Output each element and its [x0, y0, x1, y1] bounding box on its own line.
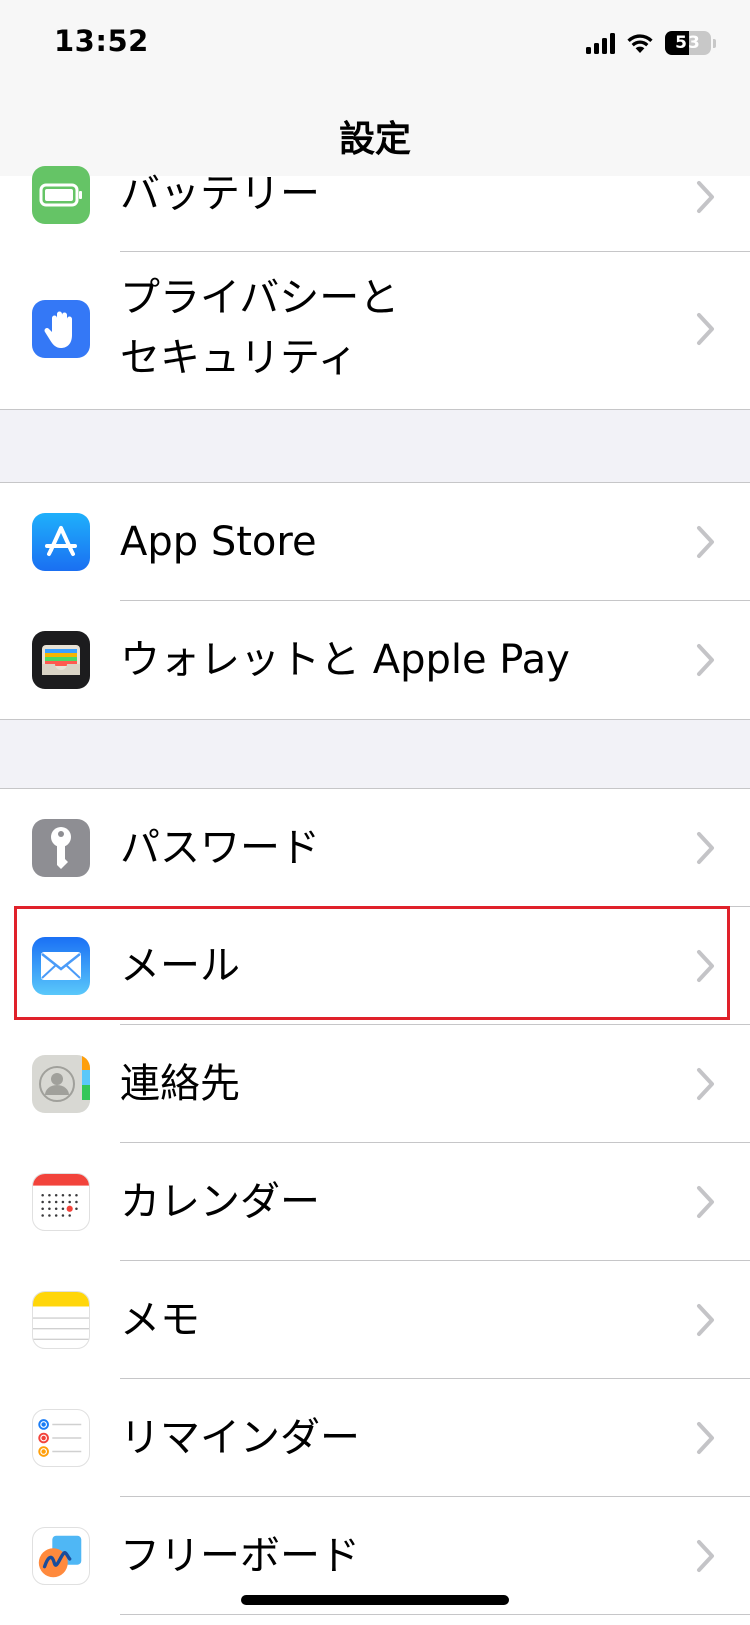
settings-item-label: バッテリー	[120, 171, 320, 217]
settings-group-3: パスワード メール 連絡先 カレンダー メモ リマインダー フリーボード	[0, 788, 750, 1625]
settings-item-reminders[interactable]: リマインダー	[0, 1379, 750, 1497]
settings-item-label: フリーボード	[120, 1533, 360, 1579]
chevron-right-icon	[697, 1186, 714, 1218]
chevron-right-icon	[697, 526, 714, 558]
settings-item-battery[interactable]: バッテリー	[0, 166, 750, 252]
settings-item-privacy-security[interactable]: プライバシーと セキュリティ	[0, 252, 750, 408]
chevron-right-icon	[697, 950, 714, 982]
chevron-right-icon	[697, 832, 714, 864]
status-bar: 13:52 53	[0, 0, 750, 96]
cellular-signal-icon	[586, 32, 615, 54]
navigation-bar: 設定	[0, 96, 750, 177]
wifi-icon	[625, 32, 655, 54]
chevron-right-icon	[697, 644, 714, 676]
calendar-icon	[32, 1173, 90, 1231]
page-title: 設定	[338, 119, 411, 160]
settings-item-label: App Store	[120, 519, 317, 565]
settings-item-label: メモ	[120, 1297, 200, 1343]
settings-item-label: メール	[120, 943, 240, 989]
contacts-icon	[32, 1055, 90, 1113]
battery-tip	[713, 38, 716, 48]
settings-group-2: App Store ウォレットと Apple Pay	[0, 482, 750, 720]
home-indicator[interactable]	[241, 1595, 509, 1605]
freeform-icon	[32, 1527, 90, 1585]
mail-icon	[32, 937, 90, 995]
settings-item-label: リマインダー	[120, 1415, 360, 1461]
battery-status-icon: 53	[665, 31, 711, 55]
settings-item-contacts[interactable]: 連絡先	[0, 1025, 750, 1143]
battery-level: 53	[675, 33, 701, 53]
settings-item-calendar[interactable]: カレンダー	[0, 1143, 750, 1261]
chevron-right-icon	[697, 1422, 714, 1454]
status-icons: 53	[586, 30, 716, 56]
settings-item-passwords[interactable]: パスワード	[0, 789, 750, 907]
chevron-right-icon	[697, 1068, 714, 1100]
status-time: 13:52	[54, 24, 149, 58]
settings-item-notes[interactable]: メモ	[0, 1261, 750, 1379]
settings-item-label: パスワード	[120, 825, 320, 871]
key-icon	[32, 819, 90, 877]
chevron-right-icon	[697, 313, 714, 345]
settings-group-1: バッテリー プライバシーと セキュリティ	[0, 166, 750, 410]
notes-icon	[32, 1291, 90, 1349]
reminders-icon	[32, 1409, 90, 1467]
settings-item-label: プライバシーと セキュリティ	[120, 275, 400, 381]
settings-item-label: 連絡先	[120, 1061, 240, 1107]
chevron-right-icon	[697, 1540, 714, 1572]
battery-icon	[32, 166, 90, 224]
settings-item-label: カレンダー	[120, 1179, 320, 1225]
settings-item-mail[interactable]: メール	[0, 907, 750, 1025]
settings-item-wallet-apple-pay[interactable]: ウォレットと Apple Pay	[0, 601, 750, 719]
settings-item-label: ウォレットと Apple Pay	[120, 637, 570, 683]
app-store-icon	[32, 513, 90, 571]
hand-icon	[32, 300, 90, 358]
chevron-right-icon	[697, 1304, 714, 1336]
chevron-right-icon	[697, 181, 714, 213]
wallet-icon	[32, 631, 90, 689]
settings-item-app-store[interactable]: App Store	[0, 483, 750, 601]
